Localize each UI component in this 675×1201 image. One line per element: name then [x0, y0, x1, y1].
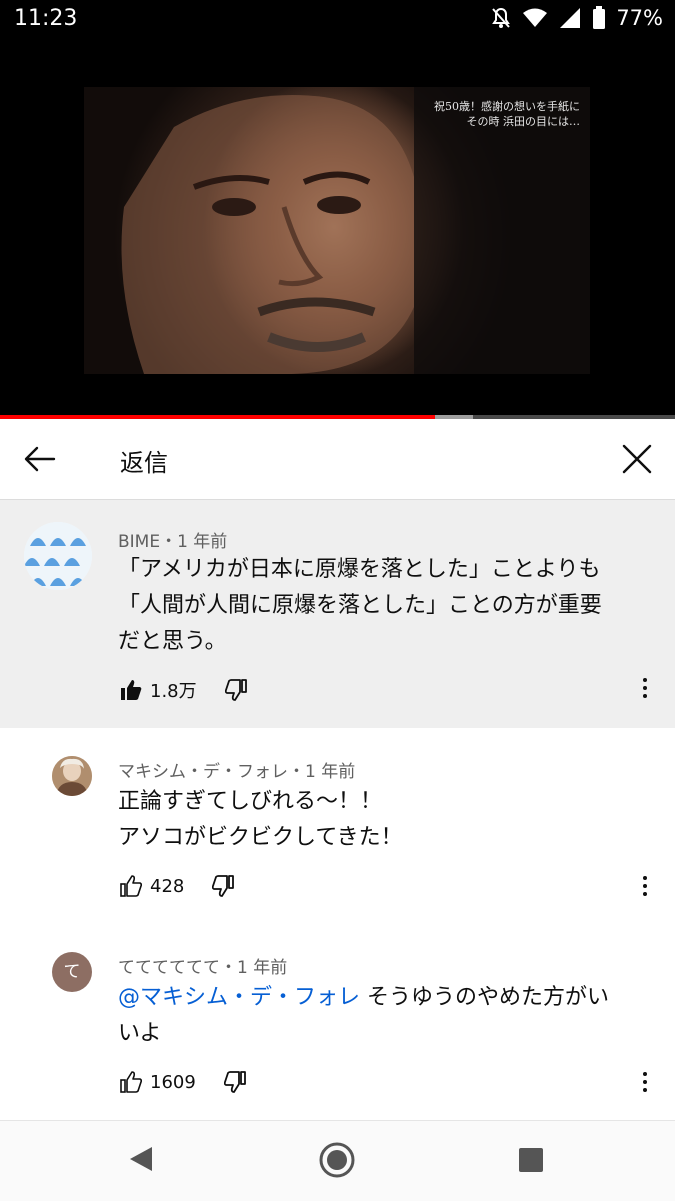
comment-text-line: 「人間が人間に原爆を落とした」ことの方が重要	[118, 593, 602, 618]
comment-actions: 1609	[120, 1071, 246, 1093]
video-caption-line2: その時 浜田の目には…	[466, 115, 581, 128]
video-caption: 祝50歳！感謝の想いを手紙に その時 浜田の目には…	[434, 99, 580, 129]
video-player[interactable]: 祝50歳！感謝の想いを手紙に その時 浜田の目には…	[0, 42, 675, 415]
status-time: 11:23	[14, 6, 78, 31]
status-bar: 11:23 77%	[0, 0, 675, 42]
comment-text: 正論すぎてしびれる〜！！ アソコがビクビクしてきた！	[118, 784, 403, 856]
comment-text-line: いよ	[118, 1021, 162, 1046]
video-face-image	[121, 87, 590, 374]
back-button[interactable]	[22, 443, 58, 475]
like-count: 428	[150, 875, 185, 897]
like-count: 1.8万	[150, 681, 197, 702]
more-vert-icon[interactable]	[640, 1072, 650, 1096]
comment-text: @マキシム・デ・フォレ そうゆうのやめた方がい いよ	[118, 980, 609, 1052]
parent-comment: BIME・1 年前 「アメリカが日本に原爆を落とした」ことよりも 「人間が人間に…	[0, 500, 675, 728]
comment-actions: 428	[120, 875, 235, 897]
status-icons: 77%	[490, 6, 663, 30]
back-arrow-icon	[24, 446, 56, 472]
nav-back-button[interactable]	[126, 1141, 156, 1181]
slime-pattern-avatar-image	[24, 522, 92, 590]
close-button[interactable]	[621, 443, 653, 475]
video-frame[interactable]: 祝50歳！感謝の想いを手紙に その時 浜田の目には…	[84, 87, 590, 374]
nav-recents-icon	[519, 1148, 543, 1172]
like-count: 1609	[150, 1071, 196, 1093]
battery-percent: 77%	[616, 6, 663, 30]
thumb-down-icon[interactable]	[224, 679, 247, 701]
more-vert-icon[interactable]	[640, 876, 650, 900]
battery-icon	[593, 6, 606, 29]
notifications-off-icon	[492, 7, 511, 28]
page-title: 返信	[120, 449, 168, 477]
close-icon	[622, 444, 652, 474]
comment-text-segment: そうゆうのやめた方がい	[367, 985, 610, 1010]
replies-header: 返信	[0, 419, 675, 500]
thumb-down-icon[interactable]	[212, 875, 235, 897]
comment-text-line: 正論すぎてしびれる〜！！	[118, 789, 383, 814]
video-caption-line1: 祝50歳！感謝の想いを手紙に	[434, 100, 580, 113]
avatar[interactable]: て	[52, 952, 92, 992]
comment-author-meta[interactable]: マキシム・デ・フォレ・1 年前	[118, 757, 355, 782]
more-vert-icon[interactable]	[640, 678, 650, 702]
avatar[interactable]	[24, 522, 92, 590]
wifi-icon	[523, 8, 548, 27]
thumb-down-icon[interactable]	[223, 1071, 246, 1093]
thumb-up-icon[interactable]	[120, 679, 142, 701]
thumb-up-icon[interactable]	[120, 1071, 142, 1093]
comment-text: 「アメリカが日本に原爆を落とした」ことよりも 「人間が人間に原爆を落とした」こと…	[118, 552, 602, 660]
comment-author-meta[interactable]: BIME・1 年前	[118, 527, 227, 552]
comment-text-line: アソコがビクビクしてきた！	[118, 825, 403, 850]
system-nav-bar	[0, 1120, 675, 1201]
signal-icon	[560, 8, 581, 28]
portrait-avatar-image	[52, 756, 92, 796]
comment-text-line: 「アメリカが日本に原爆を落とした」ことよりも	[118, 557, 601, 582]
nav-home-button[interactable]	[318, 1141, 356, 1183]
nav-recents-button[interactable]	[518, 1147, 544, 1177]
thumb-up-icon[interactable]	[120, 875, 142, 897]
avatar[interactable]	[52, 756, 92, 796]
mention-link[interactable]: @マキシム・デ・フォレ	[118, 985, 360, 1010]
nav-home-icon	[319, 1142, 355, 1178]
nav-back-icon	[130, 1147, 152, 1171]
comment-author-meta[interactable]: てててててて・1 年前	[118, 953, 287, 978]
comment-actions: 1.8万	[120, 677, 247, 703]
comment-text-line: だと思う。	[118, 629, 227, 654]
